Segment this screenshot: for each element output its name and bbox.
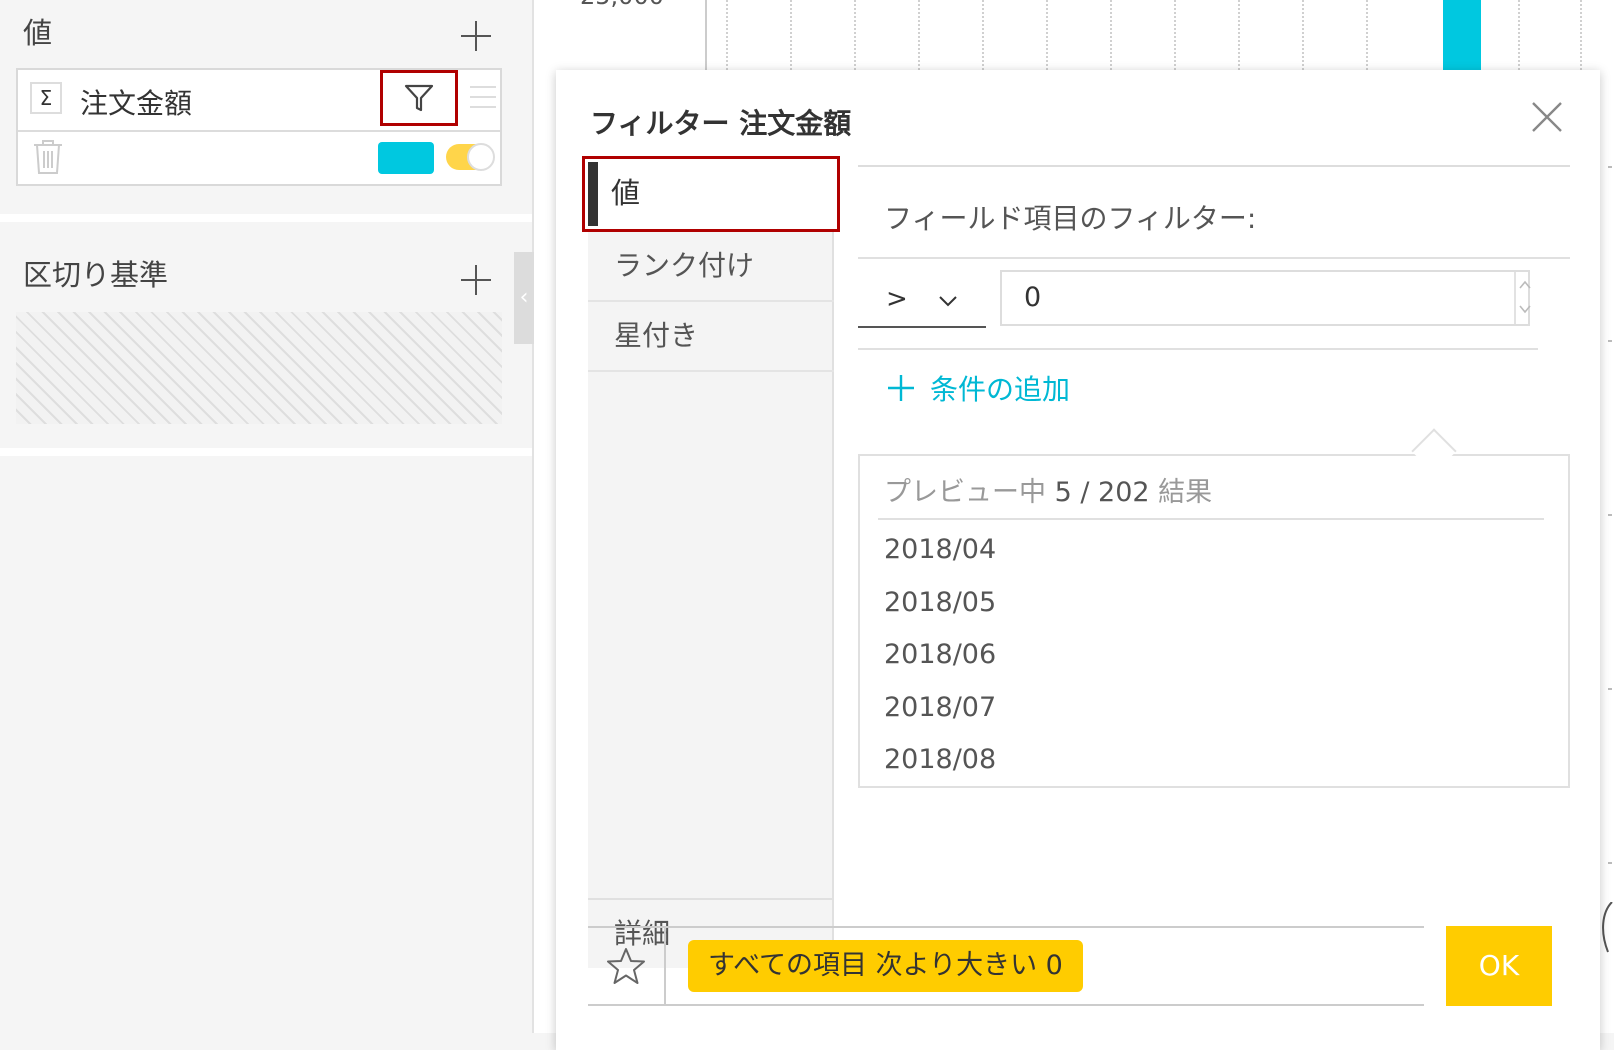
field-visibility-toggle[interactable] [446,143,495,171]
close-icon[interactable] [1530,100,1564,134]
preview-count: 5 / 202 [1054,477,1150,508]
preview-item: 2018/05 [884,587,997,618]
preview-item: 2018/08 [884,744,997,775]
drag-handle-icon[interactable] [470,86,496,110]
add-value-button[interactable] [458,18,494,54]
tab-ranking[interactable]: ランク付け [588,232,834,302]
filter-value-input[interactable]: 0 [1000,270,1530,326]
grid-line [1366,0,1368,70]
preview-suffix: 結果 [1158,477,1213,508]
preview-item: 2018/04 [884,534,997,565]
grid-line [1174,0,1176,70]
value-spinner[interactable] [1514,272,1532,324]
preview-item: 2018/06 [884,639,997,670]
grid-dot [1608,340,1612,342]
field-filter-label: フィールド項目のフィルター: [884,202,1257,235]
grid-line [726,0,728,70]
ok-button[interactable]: OK [1446,926,1552,1006]
section-divider [0,214,532,222]
filter-dialog: フィルター 注文金額 値 ランク付け 星付き 詳細 フィールド項目のフィルター:… [556,70,1600,1050]
value-field-options-row [18,130,500,186]
tab-starred[interactable]: 星付き [588,302,834,372]
plus-icon [888,375,914,401]
chevron-down-icon [939,296,957,307]
grid-line [1238,0,1240,70]
add-condition-label: 条件の追加 [930,373,1071,406]
collapse-panel-tab[interactable]: ‹ [514,252,534,344]
star-icon [607,948,645,984]
add-breakdown-button[interactable] [458,262,494,298]
operator-dropdown[interactable]: > [858,270,986,328]
filter-summary-bar: すべての項目 次より大きい 0 [588,926,1424,1006]
add-condition-button[interactable]: 条件の追加 [886,366,1070,410]
trash-icon[interactable] [30,138,66,176]
value-field-row[interactable]: Σ 注文金額 [18,70,500,132]
grid-dot [1608,514,1612,516]
preview-divider [878,518,1544,520]
tab-value[interactable]: 値 [582,156,840,232]
preview-prefix: プレビュー中 [884,477,1046,508]
preview-header: プレビュー中 5 / 202 結果 [884,470,1212,509]
grid-line [1046,0,1048,70]
grid-line [1110,0,1112,70]
grid-dot [1608,166,1612,168]
content-divider [858,165,1570,167]
filter-summary-chip[interactable]: すべての項目 次より大きい 0 [688,940,1083,992]
grid-line [854,0,856,70]
preview-item: 2018/07 [884,692,997,723]
filter-icon [404,84,434,112]
grid-line [1302,0,1304,70]
y-axis-line [705,0,707,70]
values-section-title: 値 [23,16,53,50]
sigma-icon: Σ [30,82,62,114]
dialog-title: フィルター 注文金額 [590,107,852,140]
content-divider [858,348,1538,350]
filter-tabs: 値 ランク付け 星付き 詳細 [582,156,840,968]
breakdown-drop-zone[interactable] [16,312,502,424]
chart-bar[interactable] [1443,0,1481,70]
series-color-swatch[interactable] [378,142,434,174]
value-field-card: Σ 注文金額 [16,68,502,186]
grid-line [790,0,792,70]
section-divider [0,448,532,456]
spinner-down-icon[interactable] [1518,300,1532,320]
grid-dot [1608,688,1612,690]
operator-value: > [886,284,908,314]
chart-series-curve [1602,902,1613,953]
spinner-up-icon[interactable] [1518,276,1532,296]
preview-caret [1411,428,1457,474]
breakdown-section-title: 区切り基準 [23,258,169,292]
content-divider [858,257,1570,259]
y-axis-tick-label: 25,000 [580,0,664,10]
value-field-name: 注文金額 [80,87,193,120]
grid-line [1580,0,1582,70]
grid-dot [1608,862,1612,864]
grid-line [1518,0,1520,70]
toggle-knob [467,143,495,171]
favorite-button[interactable] [588,928,666,1004]
field-filter-button[interactable] [380,70,458,126]
grid-line [918,0,920,70]
field-panel: 値 Σ 注文金額 区切り基準 [0,0,534,1033]
grid-line [982,0,984,70]
preview-panel: プレビュー中 5 / 202 結果 2018/04 2018/05 2018/0… [858,428,1570,788]
